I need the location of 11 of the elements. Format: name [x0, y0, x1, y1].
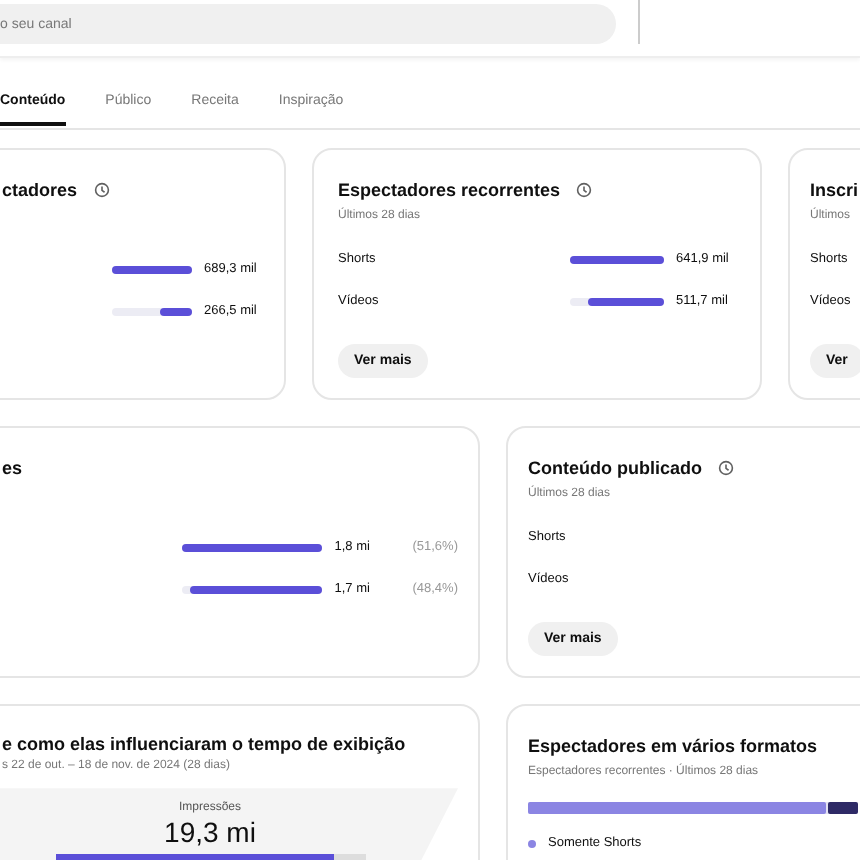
card-title: Inscri: [810, 180, 859, 200]
card-title: Conteúdo publicado: [528, 458, 702, 478]
card-title: ctadores: [2, 180, 78, 200]
clock-icon[interactable]: [718, 460, 734, 476]
clock-icon[interactable]: [576, 182, 593, 198]
funnel-value: 19,3 mi: [164, 816, 256, 849]
card-title: Espectadores em vários formatos: [528, 736, 818, 756]
clock-icon[interactable]: [93, 182, 110, 198]
card-title: e como elas influenciaram o tempo de exibição: [2, 733, 406, 754]
card-title: Espectadores recorrentes: [338, 180, 561, 200]
card-title: es: [2, 458, 23, 478]
